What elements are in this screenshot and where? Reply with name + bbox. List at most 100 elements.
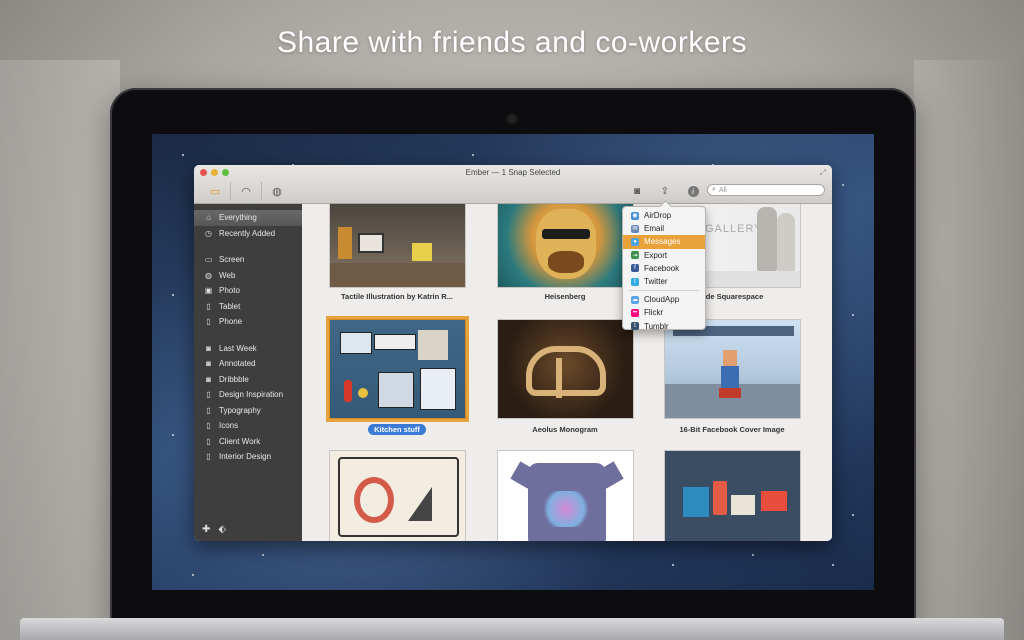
star: [842, 184, 844, 186]
sidebar-item-label: Web: [219, 270, 236, 280]
view-switcher: ▭ ◠ ◍: [200, 182, 292, 200]
sidebar-item-web[interactable]: ◍ Web: [194, 268, 302, 284]
fullscreen-icon[interactable]: ⤢: [820, 168, 826, 178]
snap-caption-label: Kitchen stuff: [368, 424, 426, 435]
snap-thumbnail[interactable]: [497, 450, 634, 541]
collection-icon: ▯: [206, 452, 211, 462]
sidebar-item-client-work[interactable]: ▯ Client Work: [194, 434, 302, 450]
star: [852, 314, 854, 316]
facebook-icon: f: [631, 264, 639, 273]
star: [172, 434, 174, 436]
sidebar-item-phone[interactable]: ▯ Phone: [194, 314, 302, 330]
star: [832, 564, 834, 566]
snap-thumbnail[interactable]: [664, 450, 801, 541]
snap-thumbnail-selected[interactable]: [326, 316, 469, 422]
sidebar-item-label: Recently Added: [219, 228, 276, 238]
sidebar-item-annotated[interactable]: ◙ Annotated: [194, 356, 302, 372]
share-menu-item-label: AirDrop: [644, 211, 672, 221]
share-menu-item-email[interactable]: ✉ Email: [623, 222, 705, 235]
star: [192, 574, 194, 576]
snap-caption-selected: Kitchen stuff: [312, 424, 482, 435]
share-menu-item-label: Facebook: [644, 263, 680, 273]
sidebar-item-tablet[interactable]: ▯ Tablet: [194, 299, 302, 315]
snap-thumbnail[interactable]: [664, 319, 801, 419]
snap-thumbnail[interactable]: [329, 204, 466, 288]
sidebar-item-typography[interactable]: ▯ Typography: [194, 403, 302, 419]
sidebar-item-recently-added[interactable]: ◷ Recently Added: [194, 226, 302, 242]
share-menu-item-airdrop[interactable]: ◉ AirDrop: [623, 209, 705, 222]
messages-icon: ●: [631, 237, 639, 246]
search-field[interactable]: ⌕ All: [707, 184, 825, 196]
share-menu-item-export[interactable]: ⇥ Export: [623, 249, 705, 262]
share-menu-item-twitter[interactable]: t Twitter: [623, 275, 705, 288]
sidebar: ⌂ Everything ◷ Recently Added ▭ Screen ◍ Web ▣ P…: [194, 204, 302, 541]
share-menu-item-facebook[interactable]: f Facebook: [623, 262, 705, 275]
sidebar-item-label: Tablet: [219, 301, 241, 311]
gallery-text: GALLERY: [705, 223, 763, 235]
smart-collection-icon: ◙: [206, 343, 211, 353]
globe-icon: ◍: [205, 270, 212, 280]
background-wall-left: [0, 60, 120, 640]
share-menu-item-flickr[interactable]: •• Flickr: [623, 306, 705, 319]
share-menu-item-messages[interactable]: ● Messages: [623, 235, 705, 249]
sidebar-item-label: Typography: [219, 405, 261, 415]
add-icon[interactable]: ✚: [202, 524, 210, 535]
cloudapp-icon: ☁: [631, 295, 639, 304]
sidebar-item-label: Dribbble: [219, 374, 249, 384]
snap-caption: Aeolus Monogram: [532, 425, 598, 434]
sidebar-item-everything[interactable]: ⌂ Everything: [194, 210, 302, 226]
sidebar-item-dribbble[interactable]: ◙ Dribbble: [194, 372, 302, 388]
titlebar: Ember — 1 Snap Selected ⤢ ▭ ◠ ◍ ◙ ⇪ i ⌕ …: [194, 165, 832, 204]
toolbar-actions: ◙ ⇪ i: [627, 182, 703, 200]
menu-separator: [629, 290, 699, 292]
sidebar-item-label: Annotated: [219, 359, 256, 369]
smart-collection-icon: ◙: [206, 359, 211, 369]
snap-thumbnail[interactable]: [497, 319, 634, 419]
sidebar-item-label: Interior Design: [219, 452, 272, 462]
app-window: Ember — 1 Snap Selected ⤢ ▭ ◠ ◍ ◙ ⇪ i ⌕ …: [194, 165, 832, 541]
email-icon: ✉: [631, 224, 639, 233]
camera-capture-icon[interactable]: ◙: [627, 182, 647, 200]
rss-icon[interactable]: ◠: [231, 182, 262, 200]
share-menu-item-label: Flickr: [644, 308, 664, 318]
share-menu-item-label: Tumblr: [644, 321, 669, 331]
snap-thumbnail[interactable]: [497, 204, 634, 288]
home-icon: ⌂: [206, 213, 211, 223]
star: [752, 554, 754, 556]
globe-icon[interactable]: ◍: [262, 182, 292, 200]
collection-icon: ▯: [206, 421, 211, 431]
sidebar-item-label: Last Week: [219, 343, 257, 353]
headline: Share with friends and co-workers: [276, 26, 748, 59]
sidebar-item-photo[interactable]: ▣ Photo: [194, 283, 302, 299]
twitter-icon: t: [631, 277, 639, 286]
share-icon[interactable]: ⇪: [655, 182, 675, 200]
sidebar-item-design-inspiration[interactable]: ▯ Design Inspiration: [194, 387, 302, 403]
share-menu: ◉ AirDrop ✉ Email ● Messages ⇥ Export f Facebook t…: [622, 200, 706, 333]
tag-icon[interactable]: ⬖: [218, 524, 226, 535]
sidebar-item-last-week[interactable]: ◙ Last Week: [194, 341, 302, 357]
collection-icon: ▯: [206, 436, 211, 446]
tablet-icon: ▯: [206, 301, 211, 311]
star: [852, 514, 854, 516]
sidebar-item-label: Screen: [219, 255, 245, 265]
sidebar-item-label: Photo: [219, 286, 240, 296]
snap-thumbnail[interactable]: [329, 450, 466, 541]
share-menu-item-tumblr[interactable]: t Tumblr: [623, 320, 705, 333]
star: [472, 154, 474, 156]
share-menu-item-cloudapp[interactable]: ☁ CloudApp: [623, 293, 705, 306]
sidebar-item-label: Client Work: [219, 436, 261, 446]
sidebar-item-icons[interactable]: ▯ Icons: [194, 418, 302, 434]
sidebar-item-interior-design[interactable]: ▯ Interior Design: [194, 449, 302, 465]
collection-icon: ▯: [206, 390, 211, 400]
star: [262, 554, 264, 556]
sidebar-item-label: Phone: [219, 317, 243, 327]
clock-icon: ◷: [205, 228, 212, 238]
star: [182, 154, 184, 156]
share-menu-item-label: Twitter: [644, 277, 668, 287]
library-icon[interactable]: ▭: [200, 182, 231, 200]
sidebar-item-label: Icons: [219, 421, 239, 431]
sidebar-item-screen[interactable]: ▭ Screen: [194, 252, 302, 268]
laptop-base: [20, 618, 1004, 640]
info-button[interactable]: i: [683, 182, 703, 200]
background-wall-right: [914, 60, 1024, 640]
